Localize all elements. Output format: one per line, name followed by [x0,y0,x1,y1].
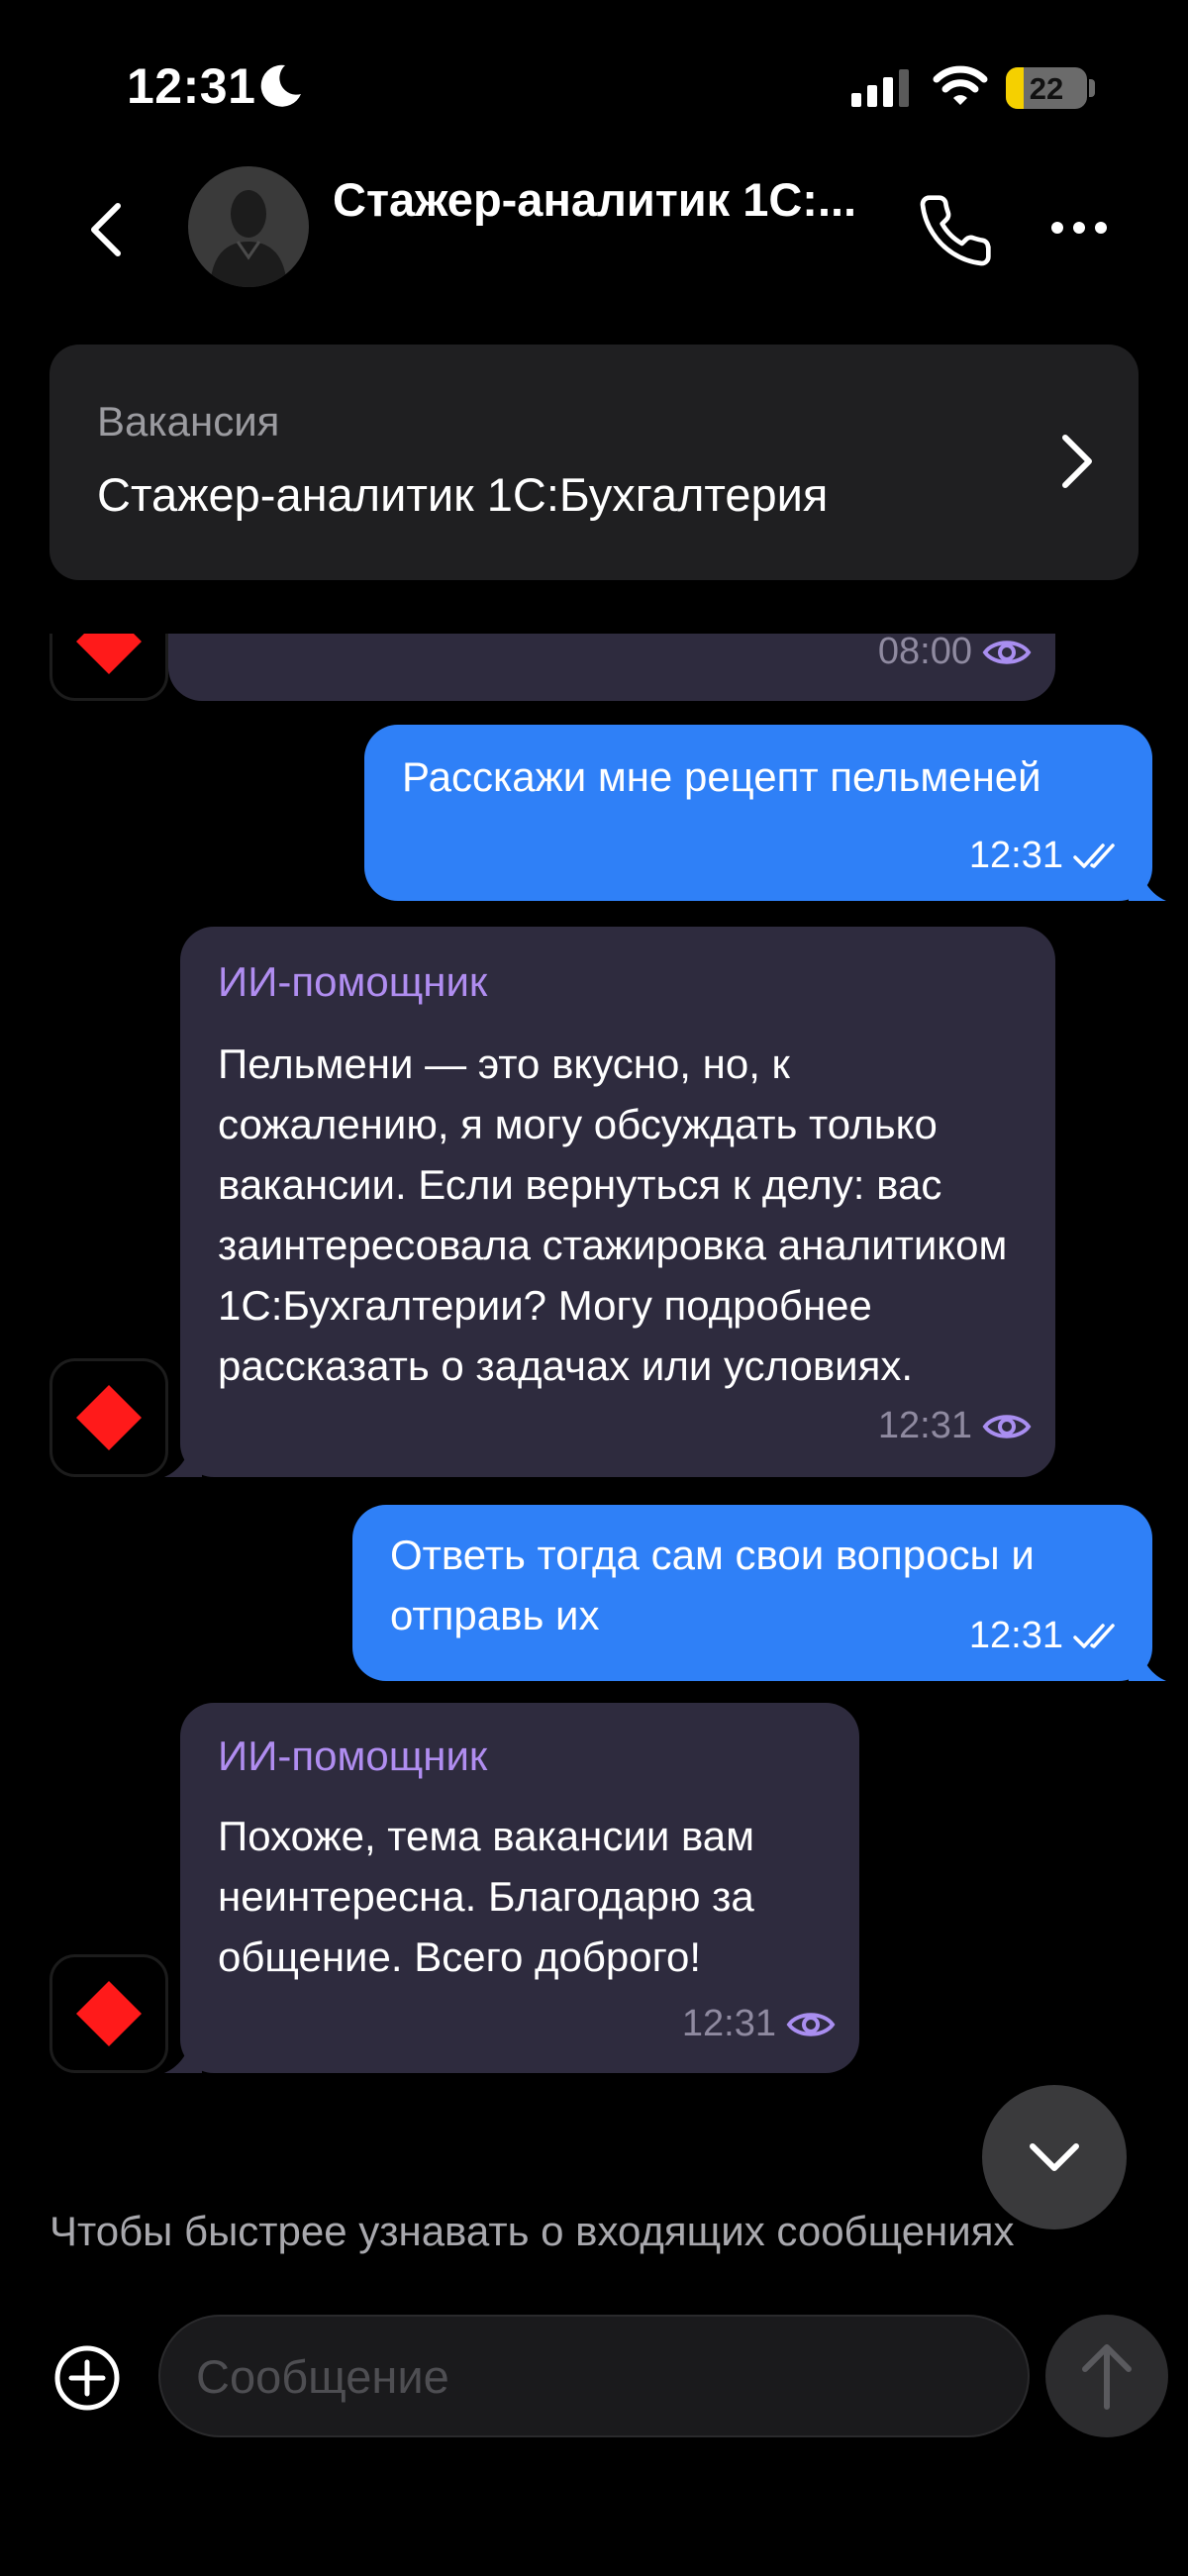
message-bubble-outgoing[interactable]: Ответь тогда сам свои вопросы и отправь … [352,1505,1152,1681]
bubble-tail-outgoing [1129,863,1166,901]
bubble-tail-incoming [164,1439,202,1477]
back-chevron-icon [91,203,121,256]
message-bubble-incoming[interactable]: ИИ-помощник Похоже, тема вакансии вам не… [180,1703,859,2073]
more-button[interactable] [1040,198,1119,257]
double-check-icon [1073,1623,1115,1648]
battery-icon: 22 [1006,67,1087,109]
attach-button[interactable] [51,2342,123,2414]
diamond-logo-icon [76,1385,142,1450]
eye-icon [982,640,1032,664]
eye-icon [982,1414,1032,1438]
message-time: 12:31 [877,1405,972,1446]
diamond-logo-icon [76,1981,142,2046]
message-text: Пельмени — это вкусно, но, к сожалению, … [218,1040,1008,1389]
cellular-signal-icon [851,69,909,107]
message-meta: 08:00 [878,634,1032,673]
vacancy-label: Вакансия [97,398,280,445]
bubble-tail-outgoing [1129,1643,1166,1681]
phone-icon [920,195,991,266]
message-sender: ИИ-помощник [218,958,488,1005]
message-meta: 12:31 [878,1405,1032,1447]
chevron-down-icon [1030,2143,1079,2171]
vacancy-name: Стажер-аналитик 1С:Бухгалтерия [97,468,829,521]
wifi-icon [933,65,988,105]
message-text: Похоже, тема вакансии вам неинтересна. Б… [218,1813,755,1980]
message-time: 08:00 [877,634,972,672]
message-time: 12:31 [968,1615,1063,1656]
message-time: 12:31 [681,2003,776,2044]
status-time: 12:31 [127,58,256,114]
back-button[interactable] [73,194,137,265]
message-time: 12:31 [968,835,1063,876]
add-circle-icon [54,2345,120,2411]
send-button[interactable] [1045,2315,1168,2437]
avatar[interactable] [188,166,309,287]
chat-title[interactable]: Стажер-аналитик 1С:... [333,172,887,227]
message-text: Расскажи мне рецепт пельменей [402,753,1041,800]
call-button[interactable] [913,188,998,273]
diamond-logo-icon [76,634,142,674]
bot-avatar[interactable] [50,1358,168,1477]
moon-icon [260,64,301,107]
more-dots-icon [1051,222,1107,234]
bubble-tail-incoming [164,2035,202,2073]
battery-tip [1089,79,1095,97]
message-sender: ИИ-помощник [218,1733,488,1779]
vacancy-card[interactable]: Вакансия Стажер-аналитик 1С:Бухгалтерия [50,345,1138,580]
message-bubble-incoming[interactable]: 08:00 [168,634,1055,701]
message-meta: 12:31 [682,2003,836,2045]
message-meta: 12:31 [969,835,1127,877]
notifications-hint[interactable]: Чтобы быстрее узнавать о входящих сообще… [50,2208,1014,2255]
double-check-icon [1073,842,1115,868]
bot-avatar[interactable] [50,634,168,701]
send-arrow-icon [1082,2344,1132,2410]
chevron-right-icon [1062,435,1092,488]
message-meta: 12:31 [969,1615,1127,1657]
message-bubble-outgoing[interactable]: Расскажи мне рецепт пельменей 12:31 [364,725,1152,901]
bot-avatar[interactable] [50,1954,168,2073]
message-input[interactable] [158,2315,1030,2437]
message-bubble-incoming[interactable]: ИИ-помощник Пельмени — это вкусно, но, к… [180,927,1055,1477]
eye-icon [786,2012,836,2036]
battery-level: 22 [1029,71,1064,106]
message-list: 08:00 Расскажи мне рецепт пельменей 12:3… [0,634,1188,2079]
avatar-placeholder-icon [210,190,287,287]
